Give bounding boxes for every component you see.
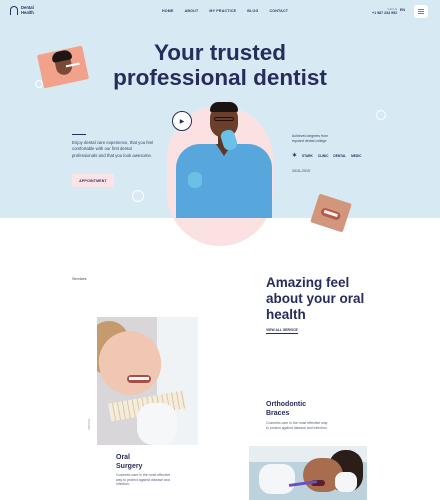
menu-button[interactable] — [414, 5, 428, 18]
services-title: Amazing feel about your oral health — [266, 275, 365, 322]
award-years: 2015–2019 — [292, 169, 310, 173]
oral-surgery-desc: Cosmetic care is the most effective way … — [116, 473, 171, 487]
divider — [72, 134, 86, 135]
card-title-line-1: Oral — [116, 454, 131, 461]
award-logo-3: DENTAL — [333, 154, 347, 158]
logo-line-2: Health — [21, 9, 34, 15]
orthodontic-braces-image[interactable] — [249, 446, 367, 500]
services-label: Services — [72, 277, 87, 281]
page: Dental Health HOME ABOUT MY PRACTICE BLO… — [0, 0, 440, 500]
play-video-button[interactable]: ▶ — [172, 111, 192, 131]
decor-ring — [376, 110, 386, 120]
nav-item-contact[interactable]: CONTACT — [269, 9, 288, 13]
award-text: Achieved degrees from reputed dental col… — [292, 134, 328, 143]
orthodontic-braces-title[interactable]: Orthodontic Braces — [266, 401, 326, 418]
site-header: Dental Health HOME ABOUT MY PRACTICE BLO… — [0, 0, 440, 24]
nav-item-blog[interactable]: BLOG — [247, 9, 258, 13]
call-info[interactable]: Call Us +1 987 234 992 — [372, 7, 397, 15]
hero-copy: Enjoy dental care experience, that you f… — [72, 134, 154, 159]
logo-text: Dental Health — [21, 5, 41, 15]
award-logo-2: CLINIC — [317, 154, 329, 158]
smile-closeup-photo — [310, 193, 352, 233]
menu-icon — [418, 9, 424, 10]
oral-surgery-image[interactable] — [97, 317, 198, 445]
hero-section: Dental Health HOME ABOUT MY PRACTICE BLO… — [0, 0, 440, 246]
card-title-line-2: Braces — [266, 409, 290, 417]
oral-surgery-title[interactable]: Oral Surgery — [116, 454, 156, 471]
logo-tooth-icon — [10, 6, 18, 16]
view-all-services-link[interactable]: VIEW ALL SERVICE — [266, 328, 298, 334]
card-vertical-label: DENTAL — [87, 418, 91, 430]
nav-item-my-practice[interactable]: MY PRACTICE — [209, 9, 236, 13]
award-logos: ✶ STARK CLINIC DENTAL MEDIC — [292, 153, 361, 159]
decor-ring — [132, 190, 144, 202]
play-icon: ▶ — [179, 118, 185, 125]
main-nav: HOME ABOUT MY PRACTICE BLOG CONTACT — [162, 9, 288, 13]
logo[interactable]: Dental Health — [10, 5, 41, 16]
hero-text: Enjoy dental care experience, that you f… — [72, 140, 154, 158]
award-logo-4: MEDIC — [351, 154, 362, 158]
nav-item-home[interactable]: HOME — [162, 9, 174, 13]
star-icon: ✶ — [292, 153, 298, 159]
card-title-line-2: Surgery — [116, 462, 143, 470]
appointment-button[interactable]: APPOINTMENT — [72, 174, 114, 187]
orthodontic-braces-desc: Cosmetic care is the most effective way … — [266, 421, 328, 430]
nav-item-about[interactable]: ABOUT — [185, 9, 199, 13]
card-title-line-1: Orthodontic — [266, 401, 307, 408]
call-number: +1 987 234 992 — [372, 11, 398, 15]
language-switch[interactable]: EN — [400, 8, 405, 12]
award-logo-1: STARK — [302, 154, 313, 158]
